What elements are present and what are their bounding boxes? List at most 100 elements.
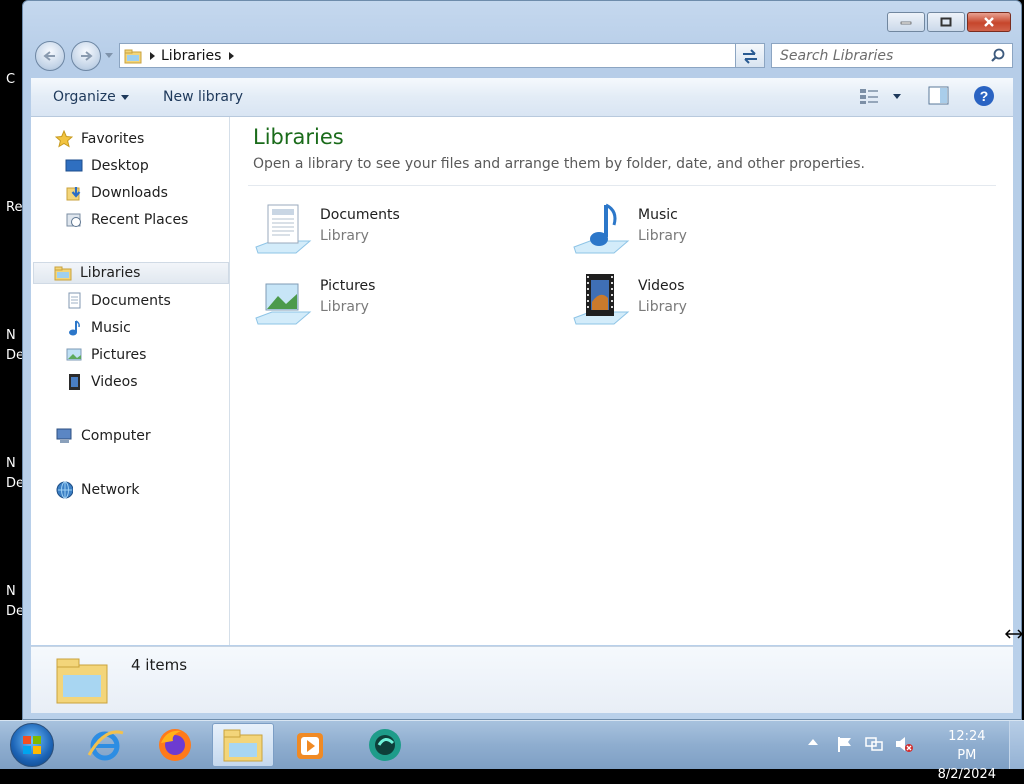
page-subtitle: Open a library to see your files and arr… xyxy=(253,156,865,172)
nav-network-label: Network xyxy=(81,482,140,498)
media-player-icon xyxy=(297,733,323,759)
videos-icon xyxy=(65,373,83,391)
action-center-flag-icon[interactable] xyxy=(836,735,854,757)
library-name: Videos xyxy=(638,278,685,294)
star-icon xyxy=(55,130,73,148)
refresh-button[interactable] xyxy=(735,43,765,68)
back-button[interactable] xyxy=(35,41,65,71)
forward-button[interactable] xyxy=(71,41,101,71)
breadcrumb-libraries[interactable]: Libraries xyxy=(161,48,221,64)
taskbar-app[interactable] xyxy=(354,723,416,767)
pictures-library-icon xyxy=(252,272,314,330)
desktop-icon xyxy=(65,157,83,175)
back-arrow-icon xyxy=(43,51,55,61)
taskbar-firefox[interactable] xyxy=(144,723,206,767)
taskbar-windows-explorer[interactable] xyxy=(212,723,274,767)
show-hidden-icons-button[interactable] xyxy=(808,739,818,745)
desktop-label-fragment: N xyxy=(6,328,16,343)
libraries-icon xyxy=(54,264,72,282)
network-status-icon[interactable] xyxy=(864,735,884,757)
help-button[interactable]: ? xyxy=(973,85,995,111)
resize-cursor-icon xyxy=(1004,628,1024,644)
nav-downloads[interactable]: Downloads xyxy=(65,182,168,204)
nav-libraries[interactable]: Libraries xyxy=(33,262,229,284)
nav-documents-label: Documents xyxy=(91,293,171,309)
network-globe-icon xyxy=(55,481,73,499)
details-pane: 4 items xyxy=(31,646,1013,713)
show-desktop-button[interactable] xyxy=(1009,721,1024,769)
search-placeholder: Search Libraries xyxy=(780,47,894,64)
documents-library-icon xyxy=(252,201,314,259)
nav-pictures[interactable]: Pictures xyxy=(65,344,146,366)
forward-arrow-icon xyxy=(81,51,93,61)
library-documents[interactable]: Documents Library xyxy=(252,201,400,259)
library-pictures[interactable]: Pictures Library xyxy=(252,272,375,330)
content-pane: Libraries Open a library to see your fil… xyxy=(230,117,1013,645)
preview-pane-button[interactable] xyxy=(928,86,950,110)
library-type: Library xyxy=(320,299,369,315)
command-bar: Organize New library ? xyxy=(31,78,1013,117)
nav-favorites-label: Favorites xyxy=(81,131,145,147)
internet-explorer-icon xyxy=(87,730,124,761)
libraries-large-icon xyxy=(55,655,109,709)
nav-desktop-label: Desktop xyxy=(91,158,149,174)
nav-computer[interactable]: Computer xyxy=(55,425,151,447)
nav-network[interactable]: Network xyxy=(55,479,139,501)
nav-pictures-label: Pictures xyxy=(91,347,147,363)
library-name: Pictures xyxy=(320,278,376,294)
recent-pages-dropdown[interactable] xyxy=(105,53,113,58)
divider xyxy=(248,185,996,186)
nav-music-label: Music xyxy=(91,320,131,336)
volume-muted-icon[interactable] xyxy=(894,735,914,757)
taskbar-internet-explorer[interactable] xyxy=(74,723,136,767)
windows-explorer-icon xyxy=(223,729,263,762)
taskbar-media-player[interactable] xyxy=(280,723,342,767)
search-input[interactable]: Search Libraries xyxy=(771,43,1013,68)
library-music[interactable]: Music Library xyxy=(570,201,687,259)
change-view-button[interactable] xyxy=(859,87,881,109)
nav-music[interactable]: Music xyxy=(65,317,131,339)
page-title: Libraries xyxy=(253,125,344,149)
breadcrumb-separator-icon[interactable] xyxy=(150,51,155,60)
nav-favorites[interactable]: Favorites xyxy=(55,128,144,150)
windows-logo-icon xyxy=(23,736,41,754)
start-button[interactable] xyxy=(10,723,54,767)
minimize-button[interactable] xyxy=(887,12,925,32)
organize-button[interactable]: Organize xyxy=(53,89,129,105)
library-videos[interactable]: Videos Library xyxy=(570,272,687,330)
desktop-label-fragment: N xyxy=(6,584,16,599)
app-icon xyxy=(369,729,401,761)
new-library-button[interactable]: New library xyxy=(163,89,243,105)
nav-documents[interactable]: Documents xyxy=(65,290,171,312)
nav-desktop[interactable]: Desktop xyxy=(65,155,149,177)
clock[interactable]: 12:24 PM 8/2/2024 xyxy=(938,727,996,784)
nav-videos-label: Videos xyxy=(91,374,138,390)
library-name: Documents xyxy=(320,207,400,223)
navigation-pane: Favorites Desktop Downloads Recent Place… xyxy=(31,117,230,645)
documents-icon xyxy=(65,292,83,310)
maximize-button[interactable] xyxy=(927,12,965,32)
view-options-icon xyxy=(860,89,878,104)
videos-library-icon xyxy=(570,272,632,330)
nav-recent-places[interactable]: Recent Places xyxy=(65,209,188,231)
close-button[interactable] xyxy=(967,12,1011,32)
view-dropdown-icon[interactable] xyxy=(893,94,901,99)
breadcrumb-chevron-icon[interactable] xyxy=(229,51,235,60)
nav-videos[interactable]: Videos xyxy=(65,371,138,393)
nav-libraries-label: Libraries xyxy=(80,265,141,281)
clock-time: 12:24 PM xyxy=(948,729,986,763)
library-type: Library xyxy=(638,228,687,244)
svg-text:?: ? xyxy=(980,88,989,104)
computer-icon xyxy=(55,427,73,445)
downloads-folder-icon xyxy=(65,184,83,202)
nav-computer-label: Computer xyxy=(81,428,151,444)
library-type: Library xyxy=(638,299,687,315)
firefox-icon xyxy=(159,729,191,761)
taskbar: 12:24 PM 8/2/2024 xyxy=(0,720,1024,782)
search-icon[interactable] xyxy=(990,48,1006,68)
address-bar[interactable]: Libraries xyxy=(119,43,759,68)
help-icon: ? xyxy=(974,86,994,106)
music-library-icon xyxy=(570,201,632,259)
chevron-down-icon xyxy=(120,94,129,100)
libraries-folder-icon xyxy=(124,47,142,65)
